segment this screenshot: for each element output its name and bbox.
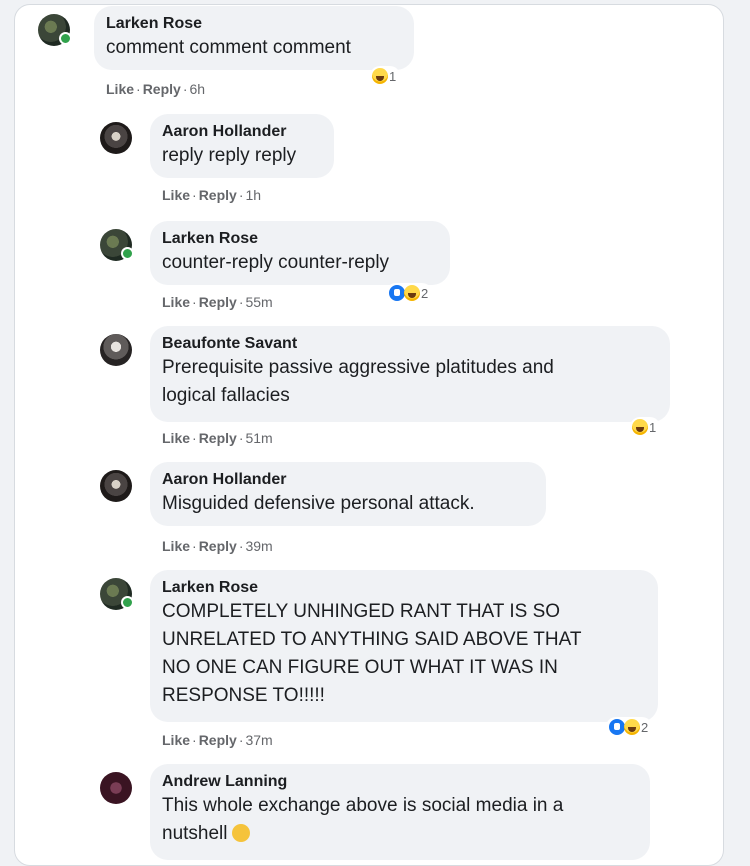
like-link[interactable]: Like — [106, 81, 134, 97]
online-status-icon — [121, 596, 134, 609]
reaction-summary[interactable]: 1 — [630, 417, 661, 437]
comment-author[interactable]: Larken Rose — [162, 578, 646, 598]
haha-reaction-icon — [404, 285, 420, 301]
avatar-aaron-hollander[interactable] — [100, 470, 132, 502]
avatar-beaufonte-savant[interactable] — [100, 334, 132, 366]
reply-link[interactable]: Reply — [199, 538, 237, 554]
reply-bubble: Larken Rose COMPLETELY UNHINGED RANT THA… — [150, 570, 658, 722]
reaction-summary[interactable]: 2 — [386, 283, 433, 303]
comment-author[interactable]: Larken Rose — [106, 14, 402, 34]
comment-text: counter-reply counter-reply — [162, 252, 390, 273]
avatar-larken-rose[interactable] — [38, 14, 72, 46]
reply-bubble: Aaron Hollander Misguided defensive pers… — [150, 462, 546, 526]
reply-bubble: Aaron Hollander reply reply reply — [150, 114, 334, 178]
reaction-summary[interactable]: 2 — [606, 717, 653, 737]
comment-meta: Like · Reply · 51m — [162, 430, 273, 446]
comment-author[interactable]: Beaufonte Savant — [162, 334, 658, 354]
reaction-count: 2 — [641, 719, 649, 735]
comment-text: This whole exchange above is social medi… — [162, 795, 564, 844]
reaction-count: 2 — [421, 285, 429, 301]
comment-author[interactable]: Andrew Lanning — [162, 772, 638, 792]
comment-meta: Like · Reply · 1h — [162, 187, 262, 203]
online-status-icon — [59, 32, 72, 45]
comment-meta: Like · Reply · 39m — [162, 538, 273, 554]
grinning-sweat-emoji-icon — [231, 824, 250, 842]
reaction-count: 1 — [649, 419, 657, 435]
comment-bubble: Larken Rose comment comment comment — [94, 6, 414, 70]
reply-link[interactable]: Reply — [199, 187, 237, 203]
timestamp[interactable]: 51m — [245, 430, 272, 446]
timestamp[interactable]: 37m — [245, 732, 272, 748]
comment-author[interactable]: Aaron Hollander — [162, 470, 534, 490]
comment-meta: Like · Reply · 6h — [106, 81, 206, 97]
reply-bubble: Larken Rose counter-reply counter-reply — [150, 221, 450, 285]
reply-link[interactable]: Reply — [143, 81, 181, 97]
like-link[interactable]: Like — [162, 294, 190, 310]
reply-bubble: Beaufonte Savant Prerequisite passive ag… — [150, 326, 670, 422]
reply-link[interactable]: Reply — [199, 732, 237, 748]
avatar-aaron-hollander[interactable] — [100, 122, 132, 154]
like-link[interactable]: Like — [162, 187, 190, 203]
avatar-larken-rose[interactable] — [100, 578, 134, 610]
timestamp[interactable]: 55m — [245, 294, 272, 310]
like-link[interactable]: Like — [162, 538, 190, 554]
comment-text: reply reply reply — [162, 145, 297, 166]
comment-text: Prerequisite passive aggressive platitud… — [162, 357, 554, 406]
reply-link[interactable]: Reply — [199, 294, 237, 310]
comment-meta: Like · Reply · 55m — [162, 294, 273, 310]
timestamp[interactable]: 1h — [245, 187, 261, 203]
online-status-icon — [121, 247, 134, 260]
comment-text: COMPLETELY UNHINGED RANT THAT IS SO UNRE… — [162, 601, 582, 706]
haha-reaction-icon — [632, 419, 648, 435]
like-link[interactable]: Like — [162, 732, 190, 748]
haha-reaction-icon — [372, 68, 388, 84]
comment-text: comment comment comment — [106, 37, 351, 58]
comment-meta: Like · Reply · 37m — [162, 732, 273, 748]
avatar-andrew-lanning[interactable] — [100, 772, 132, 804]
reply-link[interactable]: Reply — [199, 430, 237, 446]
haha-reaction-icon — [624, 719, 640, 735]
timestamp[interactable]: 6h — [189, 81, 205, 97]
comment-text: Misguided defensive personal attack. — [162, 493, 475, 514]
comment-author[interactable]: Aaron Hollander — [162, 122, 322, 142]
reaction-summary[interactable]: 1 — [370, 66, 401, 86]
timestamp[interactable]: 39m — [245, 538, 272, 554]
like-link[interactable]: Like — [162, 430, 190, 446]
comment-author[interactable]: Larken Rose — [162, 229, 438, 249]
reaction-count: 1 — [389, 68, 397, 84]
avatar-larken-rose[interactable] — [100, 229, 134, 261]
